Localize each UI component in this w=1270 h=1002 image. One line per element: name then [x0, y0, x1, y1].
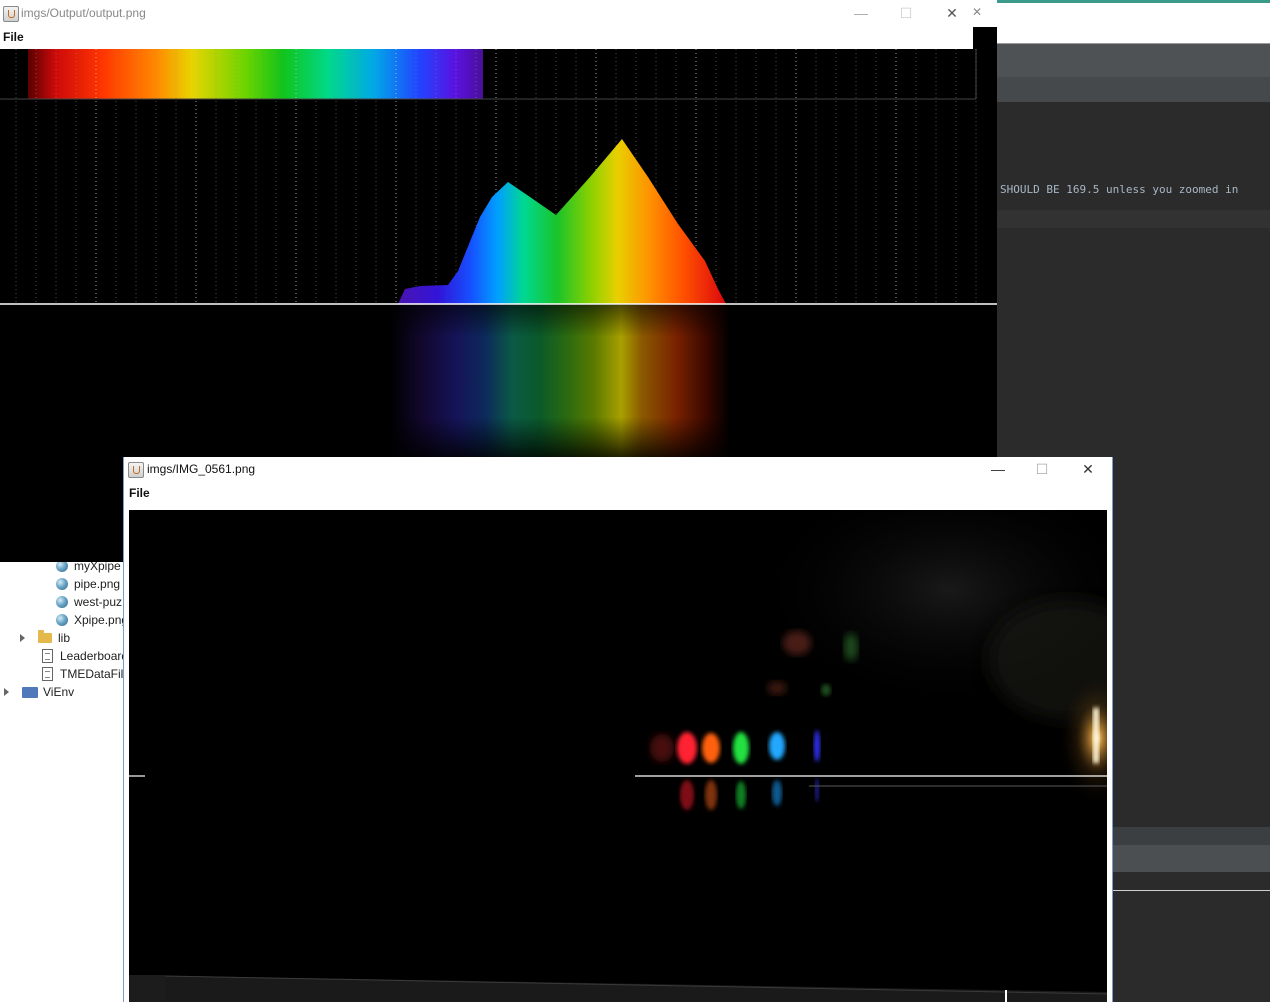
close-icon: ✕	[971, 5, 983, 19]
menu-file[interactable]: File	[129, 486, 150, 500]
java-app-icon	[3, 6, 19, 22]
image-file-icon	[56, 562, 68, 572]
image-file-icon	[56, 596, 68, 608]
tree-item-myxpipe[interactable]: myXpipe	[56, 562, 121, 575]
ide-console-divider	[1110, 890, 1270, 891]
minimize-button[interactable]: —	[851, 5, 871, 21]
minimize-button[interactable]: —	[988, 461, 1008, 477]
close-button[interactable]: ✕	[1078, 461, 1098, 477]
code-comment: SHOULD BE 169.5 unless you zoomed in	[1000, 183, 1239, 196]
tree-item-label: pipe.png	[74, 577, 121, 591]
tree-item-label: Xpipe.png	[74, 613, 124, 627]
tree-item-vienv[interactable]: ViEnv	[22, 683, 74, 701]
folder-icon	[38, 630, 52, 643]
spectrometer-photo	[129, 510, 1107, 1002]
image-menubar: File	[124, 482, 1112, 504]
image-window[interactable]: imgs/IMG_0561.png — ☐ ✕ File	[123, 457, 1113, 1002]
image-file-icon	[56, 614, 68, 626]
window-title: imgs/Output/output.png	[21, 6, 146, 20]
tree-item-label: ViEnv	[43, 685, 75, 699]
tree-item-pipe[interactable]: pipe.png	[56, 575, 120, 593]
titlebar-overflow: ✕	[972, 0, 997, 27]
maximize-button[interactable]: ☐	[896, 5, 916, 21]
menu-file[interactable]: File	[3, 30, 24, 44]
output-menubar: File	[0, 27, 973, 49]
project-tree[interactable]: myXpipe pipe.png west-puz Xpipe.png lib …	[0, 562, 124, 1002]
expand-arrow-icon[interactable]	[20, 634, 25, 642]
text-file-icon	[42, 667, 53, 681]
intensity-profile	[398, 139, 726, 304]
expand-arrow-icon[interactable]	[4, 688, 9, 696]
image-file-icon	[56, 578, 68, 590]
tree-item-label: lib	[58, 631, 71, 645]
close-button[interactable]: ✕	[942, 5, 962, 21]
tree-item-lib[interactable]: lib	[38, 629, 70, 647]
tree-item-label: myXpipe	[74, 562, 121, 573]
ide-breadcrumb-bar	[997, 77, 1270, 102]
ide-tab-bar[interactable]	[997, 44, 1270, 77]
tree-item-leaderboard[interactable]: Leaderboard	[42, 647, 124, 665]
tree-item-label: west-puz	[74, 595, 123, 609]
tree-item-xpipe[interactable]: Xpipe.png	[56, 611, 124, 629]
maximize-button[interactable]: ☐	[1032, 461, 1052, 477]
project-icon	[22, 686, 38, 698]
java-app-icon	[128, 462, 144, 478]
output-titlebar[interactable]: imgs/Output/output.png — ☐ ✕	[0, 0, 973, 27]
tree-item-label: Leaderboard	[60, 649, 124, 663]
ide-console-header	[1110, 845, 1270, 872]
tree-item-west-puz[interactable]: west-puz	[56, 593, 122, 611]
ide-console[interactable]	[1110, 872, 1270, 1002]
tree-item-label: TMEDataFile	[60, 667, 124, 681]
ide-toolbar	[997, 3, 1270, 43]
tree-item-tmedatafile[interactable]: TMEDataFile	[42, 665, 124, 683]
photo-image	[129, 510, 1107, 1002]
window-title: imgs/IMG_0561.png	[147, 462, 256, 476]
image-titlebar[interactable]: imgs/IMG_0561.png — ☐ ✕	[124, 457, 1112, 482]
text-file-icon	[42, 649, 53, 663]
ide-current-line	[997, 210, 1270, 228]
